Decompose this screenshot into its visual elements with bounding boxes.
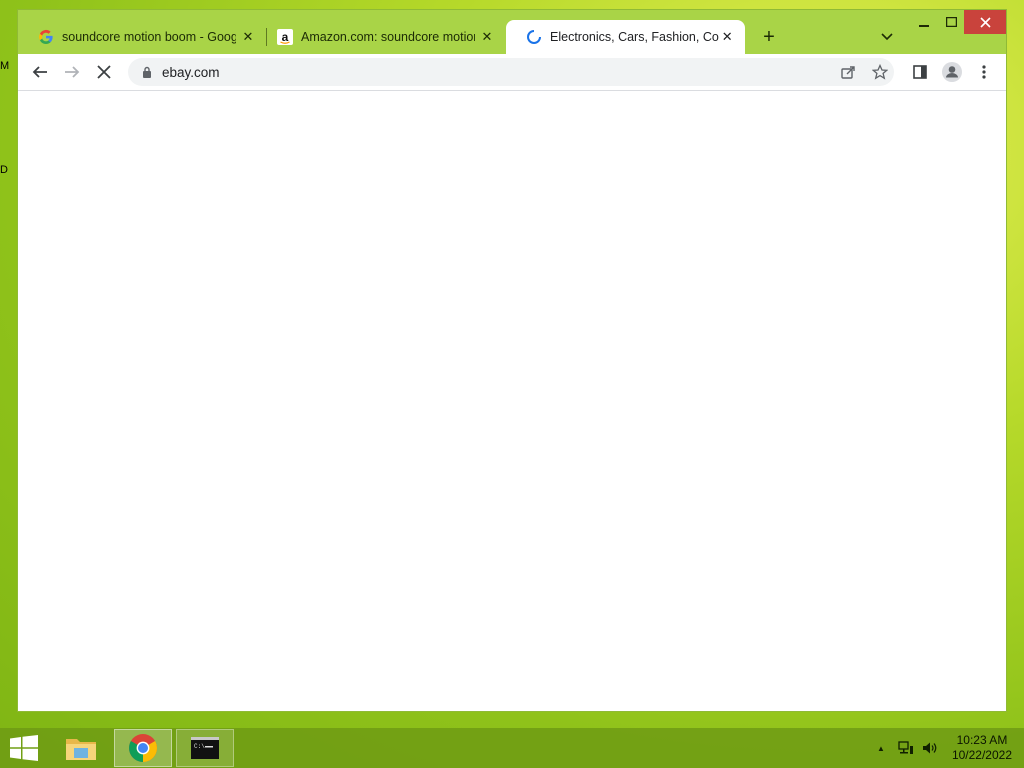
browser-window: soundcore motion boom - Google ✕ a Amazo… xyxy=(17,9,1007,712)
start-button[interactable] xyxy=(0,729,48,767)
windows-logo-icon xyxy=(10,735,38,761)
tab-title: soundcore motion boom - Google xyxy=(62,30,236,44)
tab-strip: soundcore motion boom - Google ✕ a Amazo… xyxy=(18,20,1008,54)
back-button[interactable] xyxy=(26,58,54,86)
tab-close-button[interactable]: ✕ xyxy=(479,29,495,45)
clock-time: 10:23 AM xyxy=(956,733,1008,747)
clock-date: 10/22/2022 xyxy=(951,748,1012,762)
desktop-icon-label: M xyxy=(0,60,10,72)
profile-button[interactable] xyxy=(938,58,966,86)
page-content-area[interactable] xyxy=(18,90,1006,711)
kebab-menu-icon xyxy=(982,65,986,79)
amazon-icon: a xyxy=(277,29,293,45)
desktop-icon-label: D xyxy=(0,164,8,176)
browser-menu-button[interactable] xyxy=(970,58,998,86)
forward-arrow-icon xyxy=(65,66,80,78)
address-bar[interactable]: ebay.com xyxy=(128,58,894,86)
share-button[interactable] xyxy=(834,58,862,86)
share-icon xyxy=(841,66,855,79)
stop-loading-button[interactable] xyxy=(90,58,118,86)
folder-icon xyxy=(66,739,96,760)
back-arrow-icon xyxy=(32,66,47,78)
stop-icon xyxy=(97,65,111,79)
browser-toolbar: ebay.com xyxy=(18,54,1006,90)
tab-title: Amazon.com: soundcore motion xyxy=(301,30,475,44)
bookmark-button[interactable] xyxy=(866,58,894,86)
command-prompt-taskbar-button[interactable]: C:\ xyxy=(176,729,234,767)
google-icon xyxy=(38,29,54,45)
tab-ebay-active[interactable]: Electronics, Cars, Fashion, Collect ✕ xyxy=(506,20,745,54)
chevron-down-icon xyxy=(881,33,893,41)
new-tab-button[interactable]: + xyxy=(757,25,781,49)
tab-search-button[interactable] xyxy=(875,25,899,49)
volume-icon[interactable] xyxy=(920,728,940,768)
tab-close-button[interactable]: ✕ xyxy=(240,29,256,45)
tab-google[interactable]: soundcore motion boom - Google ✕ xyxy=(18,20,266,54)
lock-icon xyxy=(140,66,154,78)
tab-title: Electronics, Cars, Fashion, Collect xyxy=(550,30,719,44)
network-icon[interactable] xyxy=(896,728,916,768)
forward-button[interactable] xyxy=(58,58,86,86)
profile-icon xyxy=(942,62,962,82)
tab-close-button[interactable]: ✕ xyxy=(719,29,735,45)
taskbar: C:\ ▲ 10:23 AM 10/22/2022 xyxy=(0,728,1024,768)
url-text: ebay.com xyxy=(162,64,220,80)
file-explorer-button[interactable] xyxy=(58,729,104,767)
svg-text:a: a xyxy=(282,30,289,44)
svg-text:C:\: C:\ xyxy=(194,743,205,750)
system-clock[interactable]: 10:23 AM 10/22/2022 xyxy=(952,733,1012,763)
terminal-icon: C:\ xyxy=(191,737,219,759)
loading-spinner-icon xyxy=(526,29,542,45)
star-icon xyxy=(872,64,888,80)
chrome-icon xyxy=(129,734,157,762)
show-hidden-icons-button[interactable]: ▲ xyxy=(874,728,888,768)
tab-amazon[interactable]: a Amazon.com: soundcore motion ✕ xyxy=(257,20,505,54)
side-panel-button[interactable] xyxy=(906,58,934,86)
chrome-taskbar-button[interactable] xyxy=(114,729,172,767)
side-panel-icon xyxy=(913,65,927,79)
